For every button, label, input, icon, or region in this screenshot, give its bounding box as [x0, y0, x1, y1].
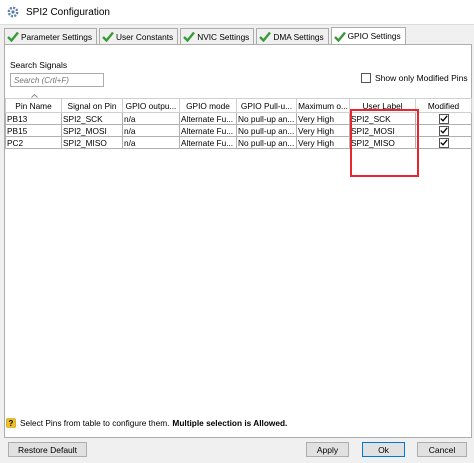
column-header-pin-name[interactable]: Pin Name	[5, 98, 62, 113]
cell-modified	[415, 136, 472, 149]
tab-label: User Constants	[116, 31, 174, 42]
cell-gpio-output: n/a	[122, 124, 180, 137]
status-bar: ? Select Pins from table to configure th…	[4, 416, 470, 430]
modified-checkbox[interactable]	[438, 113, 449, 124]
cell-gpio-output: n/a	[122, 136, 180, 149]
column-header-max-speed[interactable]: Maximum o...	[296, 98, 350, 113]
check-icon	[183, 31, 196, 42]
status-bold-text: Multiple selection is Allowed.	[172, 418, 288, 428]
modified-checkbox[interactable]	[438, 125, 449, 136]
cell-max-speed: Very High	[296, 112, 350, 125]
apply-button[interactable]: Apply	[306, 442, 349, 457]
cell-pin-name: PB13	[5, 112, 62, 125]
tab-nvic-settings[interactable]: NVIC Settings	[180, 28, 255, 44]
gpio-settings-panel: Search Signals Show only Modified Pins P…	[4, 44, 472, 438]
tab-label: DMA Settings	[273, 31, 324, 42]
cell-gpio-pull: No pull-up an...	[236, 124, 297, 137]
cell-user-label[interactable]: SPI2_MOSI	[349, 124, 416, 137]
tab-user-constants[interactable]: User Constants	[99, 28, 179, 44]
svg-text:?: ?	[9, 419, 14, 428]
column-header-gpio-pull[interactable]: GPIO Pull-u...	[236, 98, 297, 113]
window-title: SPI2 Configuration	[26, 6, 110, 18]
column-header-modified[interactable]: Modified	[415, 98, 472, 113]
checkmark-icon	[439, 115, 448, 123]
search-label: Search Signals	[10, 60, 68, 70]
tab-dma-settings[interactable]: DMA Settings	[256, 28, 329, 44]
help-icon: ?	[6, 418, 16, 428]
cell-gpio-pull: No pull-up an...	[236, 136, 297, 149]
check-icon	[7, 31, 19, 42]
cell-pin-name: PC2	[5, 136, 62, 149]
tab-bar: Parameter Settings User Constants NVIC S…	[4, 27, 408, 45]
pin-table: Pin Name Signal on Pin GPIO outpu... GPI…	[5, 98, 472, 149]
check-icon	[333, 31, 346, 42]
checkmark-icon	[439, 127, 448, 135]
cell-gpio-pull: No pull-up an...	[236, 112, 297, 125]
cell-modified	[415, 124, 472, 137]
cancel-button[interactable]: Cancel	[417, 442, 467, 457]
column-header-gpio-output[interactable]: GPIO outpu...	[122, 98, 180, 113]
cell-user-label[interactable]: SPI2_SCK	[349, 112, 416, 125]
cell-pin-name: PB15	[5, 124, 62, 137]
gear-icon	[7, 6, 19, 18]
table-row[interactable]: PB15 SPI2_MOSI n/a Alternate Fu... No pu…	[5, 124, 472, 137]
search-input[interactable]	[10, 73, 104, 87]
tab-gpio-settings[interactable]: GPIO Settings	[330, 27, 406, 44]
table-row[interactable]: PB13 SPI2_SCK n/a Alternate Fu... No pul…	[5, 112, 472, 125]
restore-default-button[interactable]: Restore Default	[8, 442, 87, 457]
show-modified-toggle[interactable]: Show only Modified Pins	[361, 73, 468, 83]
window-body: Parameter Settings User Constants NVIC S…	[0, 24, 474, 463]
status-text: Select Pins from table to configure them…	[20, 418, 170, 428]
tab-parameter-settings[interactable]: Parameter Settings	[4, 28, 98, 44]
checkmark-icon	[439, 139, 448, 147]
cell-max-speed: Very High	[296, 136, 350, 149]
show-modified-checkbox[interactable]	[361, 73, 371, 83]
column-header-gpio-mode[interactable]: GPIO mode	[179, 98, 237, 113]
ok-button[interactable]: Ok	[362, 442, 405, 457]
check-icon	[102, 31, 114, 42]
column-header-user-label[interactable]: User Label	[349, 98, 416, 113]
tab-label: GPIO Settings	[347, 31, 401, 41]
cell-gpio-output: n/a	[122, 112, 180, 125]
cell-signal: SPI2_MOSI	[61, 124, 123, 137]
tab-label: NVIC Settings	[197, 31, 250, 42]
cell-user-label[interactable]: SPI2_MISO	[349, 136, 416, 149]
title-bar: SPI2 Configuration	[0, 0, 474, 24]
modified-checkbox[interactable]	[438, 137, 449, 148]
cell-gpio-mode: Alternate Fu...	[179, 124, 237, 137]
cell-gpio-mode: Alternate Fu...	[179, 136, 237, 149]
check-icon	[259, 31, 272, 42]
show-modified-label: Show only Modified Pins	[375, 73, 468, 83]
table-row[interactable]: PC2 SPI2_MISO n/a Alternate Fu... No pul…	[5, 136, 472, 149]
table-header-row: Pin Name Signal on Pin GPIO outpu... GPI…	[5, 98, 472, 113]
cell-modified	[415, 112, 472, 125]
cell-signal: SPI2_SCK	[61, 112, 123, 125]
column-header-signal[interactable]: Signal on Pin	[61, 98, 123, 113]
cell-signal: SPI2_MISO	[61, 136, 123, 149]
cell-gpio-mode: Alternate Fu...	[179, 112, 237, 125]
tab-label: Parameter Settings	[21, 31, 93, 42]
cell-max-speed: Very High	[296, 124, 350, 137]
